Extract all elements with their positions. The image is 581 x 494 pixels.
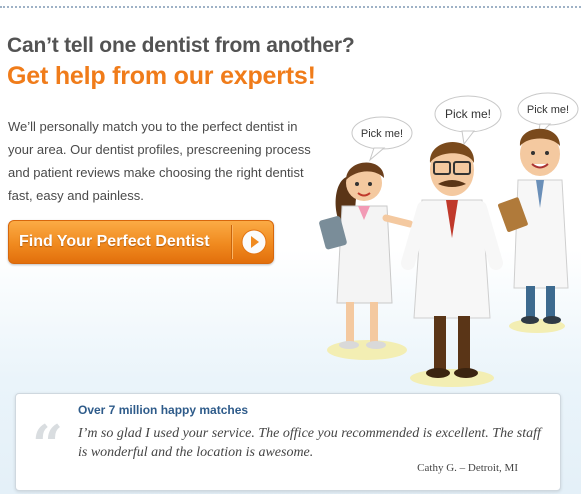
- speech-bubble-left: Pick me!: [351, 116, 413, 162]
- testimonial-card: “ Over 7 million happy matches I’m so gl…: [15, 393, 561, 491]
- speech-bubble-right: Pick me!: [517, 92, 579, 138]
- bubble-text-middle: Pick me!: [445, 107, 491, 121]
- intro-paragraph: We’ll personally match you to the perfec…: [8, 119, 311, 203]
- find-dentist-button[interactable]: Find Your Perfect Dentist: [8, 220, 274, 264]
- testimonial-quote: I’m so glad I used your service. The off…: [78, 426, 541, 460]
- testimonial-author: Cathy G. – Detroit, MI: [417, 462, 518, 474]
- mustache-dentist-figure: [401, 141, 503, 378]
- speech-bubble-middle: Pick me!: [434, 95, 502, 146]
- bubble-text-right: Pick me!: [527, 104, 569, 116]
- dentists-illustration: Pick me! Pick me! Pick me!: [319, 92, 579, 387]
- female-dentist-figure: [319, 162, 414, 349]
- testimonial-title: Over 7 million happy matches: [78, 403, 249, 417]
- page-subheadline: Get help from our experts!: [7, 62, 316, 90]
- bubble-text-left: Pick me!: [361, 128, 403, 140]
- quote-icon: “: [32, 413, 64, 477]
- young-dentist-figure: [498, 128, 569, 324]
- top-dotted-divider: [0, 6, 581, 8]
- page-headline: Can’t tell one dentist from another?: [7, 34, 355, 57]
- find-dentist-button-label: Find Your Perfect Dentist: [19, 233, 210, 250]
- button-divider: [231, 225, 233, 259]
- play-arrow-icon: [241, 229, 267, 255]
